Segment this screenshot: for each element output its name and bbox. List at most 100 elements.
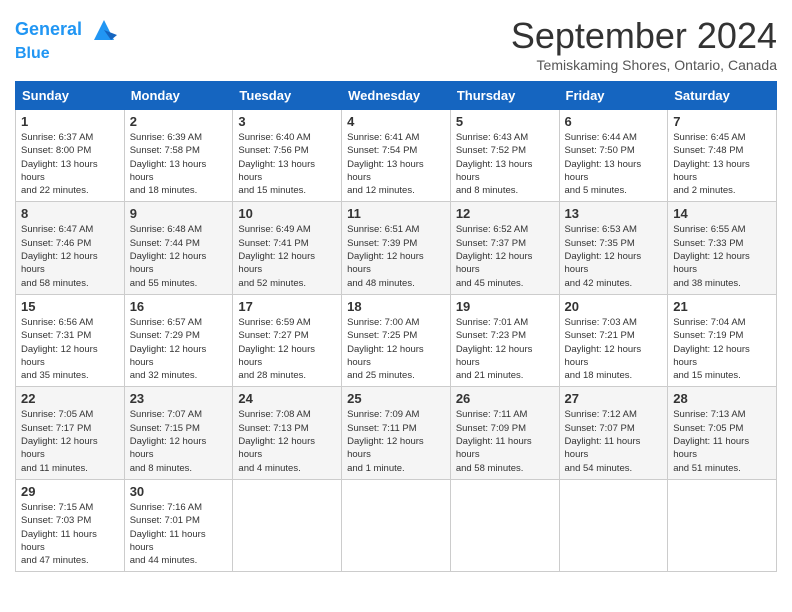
day-number: 19 xyxy=(456,299,554,314)
day-info: Sunrise: 6:40 AM Sunset: 7:56 PM Dayligh… xyxy=(238,131,336,197)
day-info: Sunrise: 7:04 AM Sunset: 7:19 PM Dayligh… xyxy=(673,316,771,382)
day-cell: 18 Sunrise: 7:00 AM Sunset: 7:25 PM Dayl… xyxy=(342,294,451,386)
empty-cell xyxy=(342,479,451,571)
day-info: Sunrise: 6:37 AM Sunset: 8:00 PM Dayligh… xyxy=(21,131,119,197)
col-sunday: Sunday xyxy=(16,82,125,110)
day-number: 30 xyxy=(130,484,228,499)
day-info: Sunrise: 6:43 AM Sunset: 7:52 PM Dayligh… xyxy=(456,131,554,197)
day-cell: 24 Sunrise: 7:08 AM Sunset: 7:13 PM Dayl… xyxy=(233,387,342,479)
day-info: Sunrise: 6:52 AM Sunset: 7:37 PM Dayligh… xyxy=(456,223,554,289)
day-cell: 17 Sunrise: 6:59 AM Sunset: 7:27 PM Dayl… xyxy=(233,294,342,386)
day-number: 21 xyxy=(673,299,771,314)
day-cell: 21 Sunrise: 7:04 AM Sunset: 7:19 PM Dayl… xyxy=(668,294,777,386)
day-cell: 22 Sunrise: 7:05 AM Sunset: 7:17 PM Dayl… xyxy=(16,387,125,479)
day-cell: 4 Sunrise: 6:41 AM Sunset: 7:54 PM Dayli… xyxy=(342,110,451,202)
day-cell: 15 Sunrise: 6:56 AM Sunset: 7:31 PM Dayl… xyxy=(16,294,125,386)
day-cell: 1 Sunrise: 6:37 AM Sunset: 8:00 PM Dayli… xyxy=(16,110,125,202)
day-number: 16 xyxy=(130,299,228,314)
day-cell: 10 Sunrise: 6:49 AM Sunset: 7:41 PM Dayl… xyxy=(233,202,342,294)
col-thursday: Thursday xyxy=(450,82,559,110)
calendar-week-row: 8 Sunrise: 6:47 AM Sunset: 7:46 PM Dayli… xyxy=(16,202,777,294)
empty-cell xyxy=(668,479,777,571)
logo: General Blue xyxy=(15,15,119,63)
day-cell: 16 Sunrise: 6:57 AM Sunset: 7:29 PM Dayl… xyxy=(124,294,233,386)
day-cell: 23 Sunrise: 7:07 AM Sunset: 7:15 PM Dayl… xyxy=(124,387,233,479)
calendar-week-row: 29 Sunrise: 7:15 AM Sunset: 7:03 PM Dayl… xyxy=(16,479,777,571)
day-number: 2 xyxy=(130,114,228,129)
day-info: Sunrise: 6:59 AM Sunset: 7:27 PM Dayligh… xyxy=(238,316,336,382)
calendar-week-row: 22 Sunrise: 7:05 AM Sunset: 7:17 PM Dayl… xyxy=(16,387,777,479)
day-number: 7 xyxy=(673,114,771,129)
day-cell: 12 Sunrise: 6:52 AM Sunset: 7:37 PM Dayl… xyxy=(450,202,559,294)
title-area: September 2024 Temiskaming Shores, Ontar… xyxy=(511,15,777,73)
day-number: 1 xyxy=(21,114,119,129)
col-monday: Monday xyxy=(124,82,233,110)
day-info: Sunrise: 7:13 AM Sunset: 7:05 PM Dayligh… xyxy=(673,408,771,474)
day-info: Sunrise: 6:39 AM Sunset: 7:58 PM Dayligh… xyxy=(130,131,228,197)
empty-cell xyxy=(233,479,342,571)
col-saturday: Saturday xyxy=(668,82,777,110)
day-cell: 14 Sunrise: 6:55 AM Sunset: 7:33 PM Dayl… xyxy=(668,202,777,294)
day-info: Sunrise: 6:45 AM Sunset: 7:48 PM Dayligh… xyxy=(673,131,771,197)
day-number: 14 xyxy=(673,206,771,221)
day-info: Sunrise: 7:00 AM Sunset: 7:25 PM Dayligh… xyxy=(347,316,445,382)
empty-cell xyxy=(559,479,668,571)
day-number: 13 xyxy=(565,206,663,221)
day-info: Sunrise: 7:11 AM Sunset: 7:09 PM Dayligh… xyxy=(456,408,554,474)
day-info: Sunrise: 7:15 AM Sunset: 7:03 PM Dayligh… xyxy=(21,501,119,567)
day-cell: 27 Sunrise: 7:12 AM Sunset: 7:07 PM Dayl… xyxy=(559,387,668,479)
day-number: 15 xyxy=(21,299,119,314)
day-info: Sunrise: 7:12 AM Sunset: 7:07 PM Dayligh… xyxy=(565,408,663,474)
day-cell: 20 Sunrise: 7:03 AM Sunset: 7:21 PM Dayl… xyxy=(559,294,668,386)
day-number: 20 xyxy=(565,299,663,314)
day-info: Sunrise: 7:05 AM Sunset: 7:17 PM Dayligh… xyxy=(21,408,119,474)
day-number: 12 xyxy=(456,206,554,221)
day-number: 25 xyxy=(347,391,445,406)
day-number: 8 xyxy=(21,206,119,221)
col-friday: Friday xyxy=(559,82,668,110)
day-cell: 6 Sunrise: 6:44 AM Sunset: 7:50 PM Dayli… xyxy=(559,110,668,202)
col-wednesday: Wednesday xyxy=(342,82,451,110)
day-info: Sunrise: 6:57 AM Sunset: 7:29 PM Dayligh… xyxy=(130,316,228,382)
day-info: Sunrise: 6:53 AM Sunset: 7:35 PM Dayligh… xyxy=(565,223,663,289)
day-number: 11 xyxy=(347,206,445,221)
day-number: 10 xyxy=(238,206,336,221)
logo-blue: Blue xyxy=(15,45,119,63)
day-info: Sunrise: 6:51 AM Sunset: 7:39 PM Dayligh… xyxy=(347,223,445,289)
day-cell: 8 Sunrise: 6:47 AM Sunset: 7:46 PM Dayli… xyxy=(16,202,125,294)
header: General Blue September 2024 Temiskaming … xyxy=(15,15,777,73)
day-cell: 29 Sunrise: 7:15 AM Sunset: 7:03 PM Dayl… xyxy=(16,479,125,571)
day-cell: 11 Sunrise: 6:51 AM Sunset: 7:39 PM Dayl… xyxy=(342,202,451,294)
day-cell: 5 Sunrise: 6:43 AM Sunset: 7:52 PM Dayli… xyxy=(450,110,559,202)
day-info: Sunrise: 7:07 AM Sunset: 7:15 PM Dayligh… xyxy=(130,408,228,474)
day-info: Sunrise: 7:08 AM Sunset: 7:13 PM Dayligh… xyxy=(238,408,336,474)
day-info: Sunrise: 6:44 AM Sunset: 7:50 PM Dayligh… xyxy=(565,131,663,197)
location-title: Temiskaming Shores, Ontario, Canada xyxy=(511,57,777,73)
day-number: 28 xyxy=(673,391,771,406)
calendar-header-row: Sunday Monday Tuesday Wednesday Thursday… xyxy=(16,82,777,110)
day-info: Sunrise: 6:56 AM Sunset: 7:31 PM Dayligh… xyxy=(21,316,119,382)
col-tuesday: Tuesday xyxy=(233,82,342,110)
day-info: Sunrise: 6:41 AM Sunset: 7:54 PM Dayligh… xyxy=(347,131,445,197)
day-number: 6 xyxy=(565,114,663,129)
calendar-week-row: 15 Sunrise: 6:56 AM Sunset: 7:31 PM Dayl… xyxy=(16,294,777,386)
day-number: 27 xyxy=(565,391,663,406)
day-info: Sunrise: 7:03 AM Sunset: 7:21 PM Dayligh… xyxy=(565,316,663,382)
day-cell: 30 Sunrise: 7:16 AM Sunset: 7:01 PM Dayl… xyxy=(124,479,233,571)
day-cell: 3 Sunrise: 6:40 AM Sunset: 7:56 PM Dayli… xyxy=(233,110,342,202)
day-number: 23 xyxy=(130,391,228,406)
empty-cell xyxy=(450,479,559,571)
day-number: 17 xyxy=(238,299,336,314)
day-number: 4 xyxy=(347,114,445,129)
day-cell: 7 Sunrise: 6:45 AM Sunset: 7:48 PM Dayli… xyxy=(668,110,777,202)
month-title: September 2024 xyxy=(511,15,777,57)
day-info: Sunrise: 7:01 AM Sunset: 7:23 PM Dayligh… xyxy=(456,316,554,382)
day-info: Sunrise: 6:55 AM Sunset: 7:33 PM Dayligh… xyxy=(673,223,771,289)
day-info: Sunrise: 7:09 AM Sunset: 7:11 PM Dayligh… xyxy=(347,408,445,474)
day-number: 24 xyxy=(238,391,336,406)
day-number: 29 xyxy=(21,484,119,499)
day-info: Sunrise: 6:49 AM Sunset: 7:41 PM Dayligh… xyxy=(238,223,336,289)
day-info: Sunrise: 6:48 AM Sunset: 7:44 PM Dayligh… xyxy=(130,223,228,289)
day-number: 3 xyxy=(238,114,336,129)
day-cell: 2 Sunrise: 6:39 AM Sunset: 7:58 PM Dayli… xyxy=(124,110,233,202)
